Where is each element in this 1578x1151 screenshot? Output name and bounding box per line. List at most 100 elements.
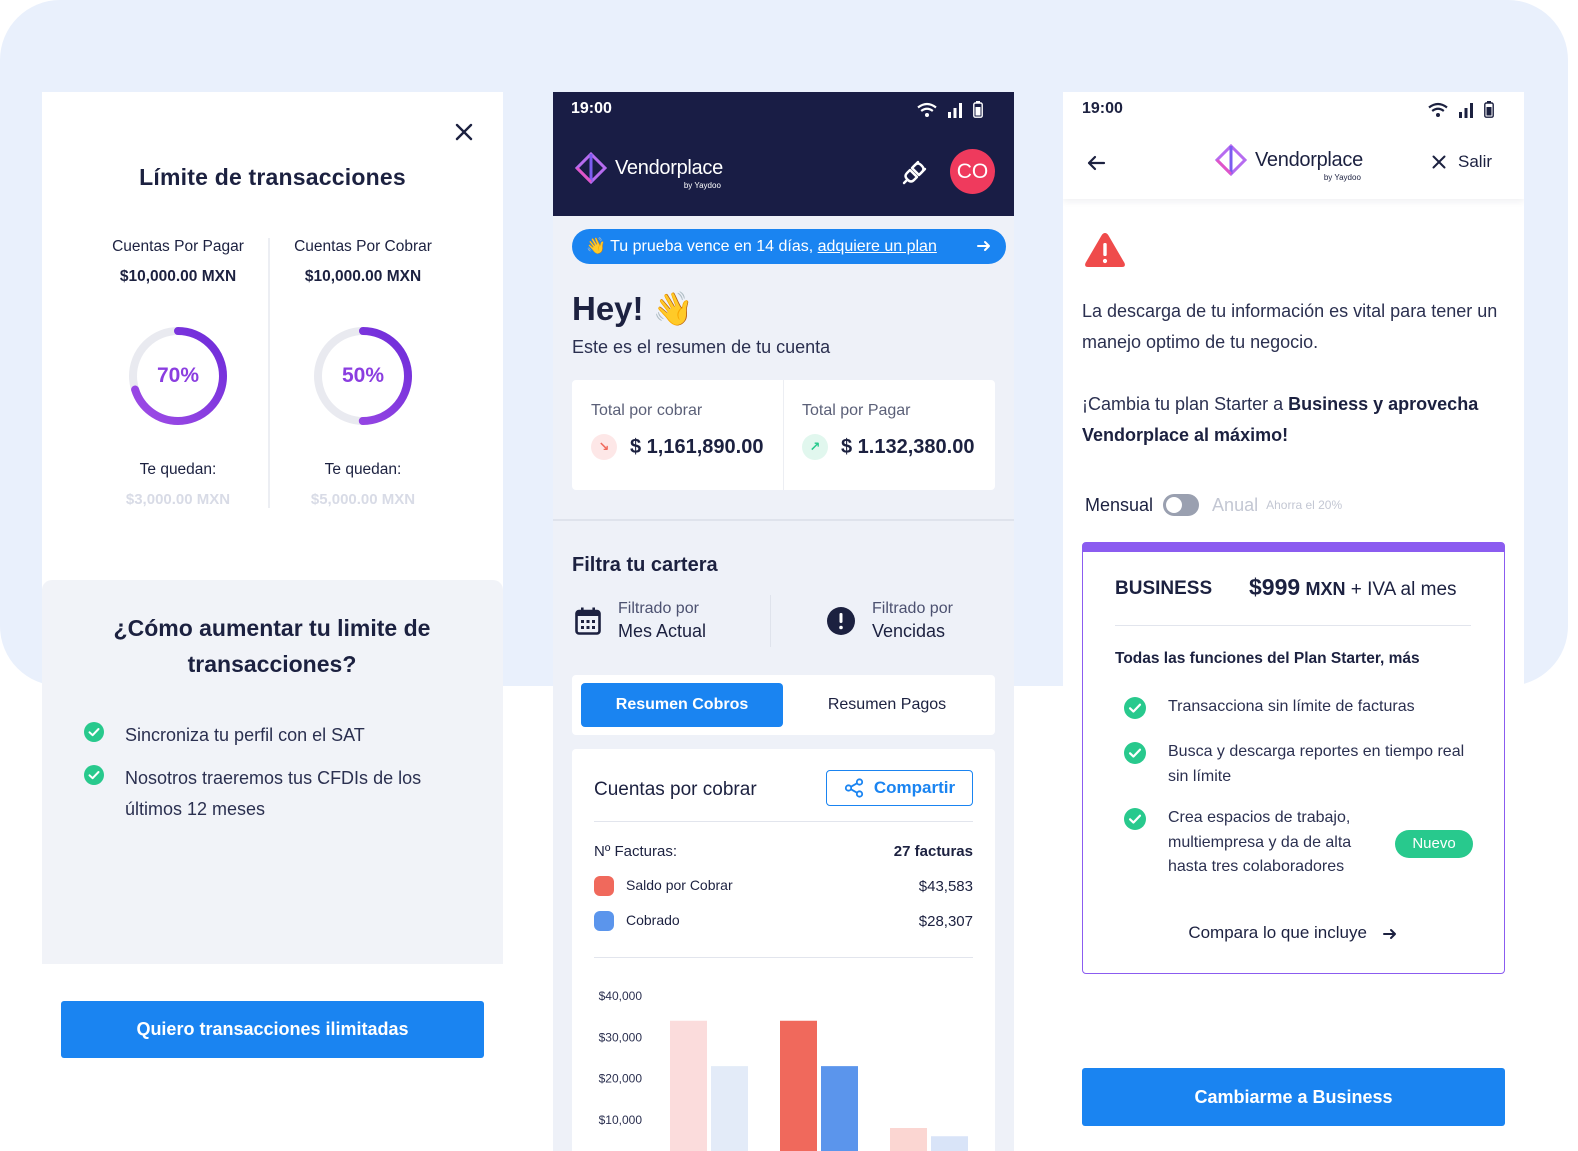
upgrade-screen: 19:00 Vendorplace by Yaydoo Salir La des… [1063,92,1524,1151]
monthly-label: Mensual [1085,494,1154,515]
close-icon [1432,155,1446,169]
plug-icon[interactable] [901,158,929,186]
battery-icon [1484,101,1494,118]
summary-tabs: Resumen Cobros Resumen Pagos [572,675,995,735]
column-amount: $10,000.00 MXN [304,268,422,285]
status-icons [917,101,983,118]
status-time: 19:00 [1082,100,1123,117]
invoices-value: 27 facturas [893,843,973,860]
price-currency: MXN [1305,579,1346,599]
remaining-label: Te quedan: [324,461,402,478]
filter-title: Filtra tu cartera [572,554,718,576]
avatar[interactable]: CO [950,149,995,194]
close-icon[interactable] [452,120,476,144]
y-tick-label: $10,000 [599,1113,643,1127]
trial-text: 👋 Tu prueba vence en 14 días, [586,238,818,255]
total-label: Total por Pagar [802,402,911,419]
vendorplace-logo: Vendorplace by Yaydoo [1215,144,1363,182]
status-icons [1428,101,1494,118]
signal-icon [948,102,962,118]
section-divider [553,519,1014,521]
exit-button[interactable]: Salir [1432,152,1492,172]
column-amount: $10,000.00 MXN [119,268,237,285]
filter-caption: Filtrado por [872,600,953,617]
alert-circle-icon [827,607,855,635]
arrow-up-right-icon: ↗ [802,434,828,460]
chart-bar [780,1020,817,1151]
feature-text: Crea espacios de trabajo, multiempresa y… [1168,809,1352,875]
totals-divider [783,380,784,490]
vendorplace-logo: Vendorplace by Yaydoo [575,152,723,190]
total-value: $ 1,161,890.00 [630,435,764,458]
status-time: 19:00 [571,100,612,117]
exit-label: Salir [1458,152,1493,171]
plan-name: BUSINESS [1115,578,1213,599]
check-circle-icon [1124,697,1146,719]
step-item: Nosotros traeremos tus CFDIs de los últi… [84,763,465,825]
compare-label: Compara lo que incluye [1188,923,1367,942]
increase-limit-panel: ¿Cómo aumentar tu limite de transaccione… [42,580,503,964]
y-tick-label: $20,000 [599,1072,643,1086]
invoices-label: Nº Facturas: [594,843,677,860]
logo-wordmark: Vendorplace by Yaydoo [615,156,723,190]
upgrade-paragraph: ¡Cambia tu plan Starter a Business y apr… [1082,389,1502,451]
battery-icon [973,101,983,118]
compare-link[interactable]: Compara lo que incluye [1083,923,1503,943]
tab-collections-summary[interactable]: Resumen Cobros [581,683,783,727]
share-button[interactable]: Compartir [826,770,973,806]
legend-label: Saldo por Cobrar [626,876,733,893]
check-circle-icon [84,765,104,785]
chart-bar [711,1066,748,1151]
filter-value: Vencidas [872,621,946,641]
progress-ring: 70% [126,324,230,428]
chart-bar [890,1128,927,1151]
unlimited-transactions-button[interactable]: Quiero transacciones ilimitadas [61,1001,484,1058]
logo-wordmark: Vendorplace by Yaydoo [1255,148,1363,182]
filter-caption: Filtrado por [618,600,699,617]
feature-item: Crea espacios de trabajo, multiempresa y… [1124,806,1383,880]
filter-overdue[interactable]: Filtrado por Vencidas [826,600,953,642]
limit-screen: Límite de transacciones Cuentas Por Paga… [42,92,503,1151]
share-label: Compartir [873,778,956,797]
chart-bar [670,1020,707,1151]
vendorplace-logo-icon [1215,144,1247,176]
business-plan-card: BUSINESS $999 MXN + IVA al mes Todas las… [1082,542,1505,974]
wifi-icon [1428,102,1448,117]
total-receivable: Total por cobrar ↘ $ 1,161,890.00 [591,402,763,460]
billing-toggle[interactable] [1163,494,1200,516]
arrow-down-right-icon: ↘ [591,434,617,460]
trial-banner[interactable]: 👋 Tu prueba vence en 14 días, adquiere u… [572,229,1006,264]
app-topbar: 19:00 Vendorplace by Yaydoo Salir [1063,92,1524,199]
change-to-business-button[interactable]: Cambiarme a Business [1082,1068,1505,1126]
legend-label: Cobrado [626,911,680,928]
share-icon [844,778,863,798]
feature-item: Busca y descarga reportes en tiempo real… [1124,740,1468,789]
trial-link[interactable]: adquiere un plan [818,238,937,255]
annual-savings-label: Ahorra el 20% [1266,498,1343,512]
logo-text: Vendorplace [1255,148,1363,171]
check-circle-icon [1124,808,1146,830]
logo-text: Vendorplace [615,156,723,179]
legend-swatch [594,911,614,931]
feature-text: Transacciona sin límite de facturas [1168,698,1415,715]
receivables-column: Cuentas Por Cobrar $10,000.00 MXN 50% Te… [263,238,463,508]
greeting-subtitle: Este es el resumen de tu cuenta [572,337,831,357]
chart-bar [821,1066,858,1151]
logo-subtext: by Yaydoo [683,180,721,190]
card-title: Cuentas por cobrar [594,779,757,800]
plan-divider [1115,625,1471,626]
card-divider [594,957,973,958]
features-title: Todas las funciones del Plan Starter, má… [1115,650,1420,667]
tab-payments-summary[interactable]: Resumen Pagos [786,683,988,727]
totals-card: Total por cobrar ↘ $ 1,161,890.00 Total p… [572,380,995,490]
back-arrow-icon[interactable] [1085,152,1107,174]
column-label: Cuentas Por Cobrar [294,238,432,255]
remaining-label: Te quedan: [139,461,217,478]
bar-chart: $40,000$30,000$20,000$10,000$0 [599,989,968,1151]
filter-current-month[interactable]: Filtrado por Mes Actual [575,600,706,642]
progress-percent: 50% [341,364,385,387]
warning-icon [1085,233,1125,267]
page-title: Límite de transacciones [139,164,406,190]
logo-subtext: by Yaydoo [1323,172,1361,182]
legend-row: Saldo por Cobrar $43,583 [594,876,973,896]
